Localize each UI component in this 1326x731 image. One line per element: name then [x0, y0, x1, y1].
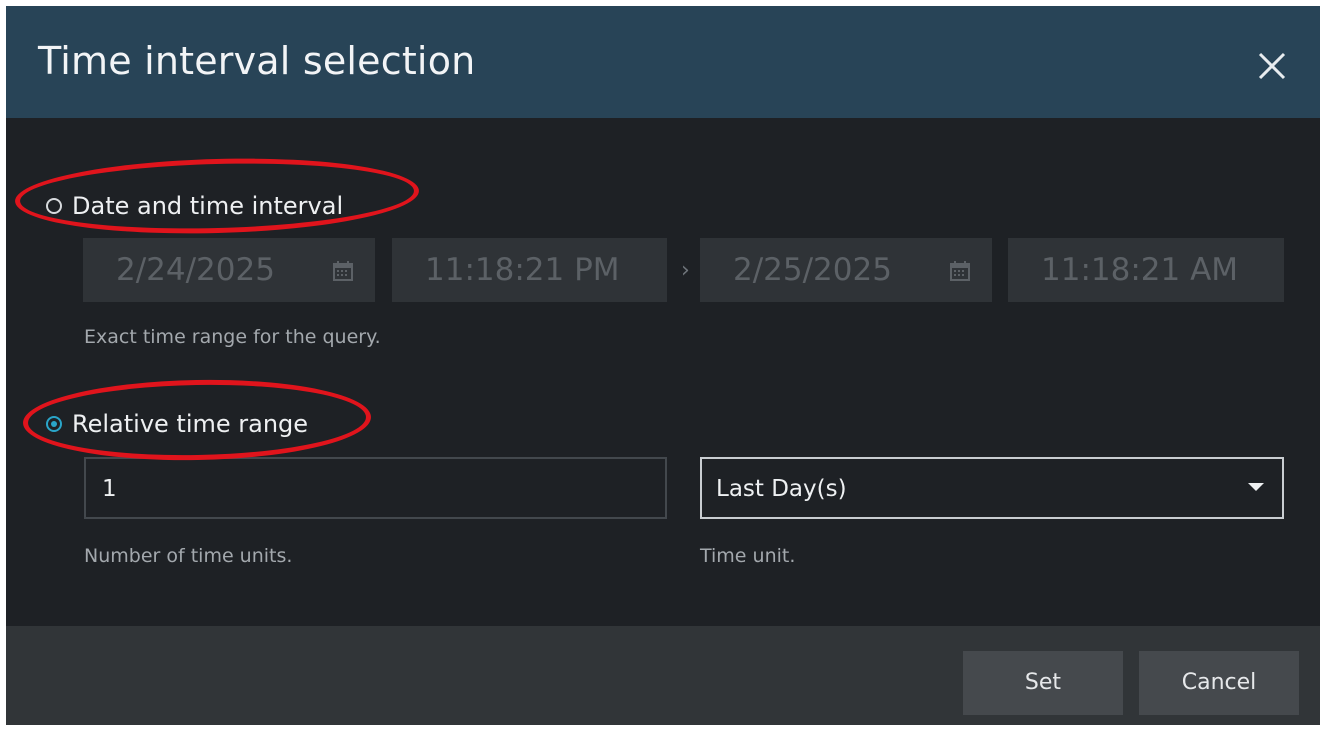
chevron-down-icon[interactable] — [1248, 483, 1264, 491]
time-unit-select[interactable]: Last Day(s) — [700, 457, 1284, 519]
end-time-value: 11:18:21 AM — [1041, 252, 1239, 288]
relative-time-range-label: Relative time range — [72, 410, 309, 438]
date-time-hint: Exact time range for the query. — [84, 326, 381, 348]
end-time-field[interactable]: 11:18:21 AM — [1008, 238, 1284, 302]
time-interval-dialog: Time interval selection Date and time in… — [6, 6, 1320, 725]
end-date-value: 2/25/2025 — [733, 252, 892, 288]
dialog-titlebar: Time interval selection — [6, 6, 1320, 118]
dialog-body: Date and time interval 2/24/2025 11:18:2… — [6, 118, 1320, 626]
dialog-footer: Set Cancel — [6, 626, 1320, 725]
time-units-count-hint: Number of time units. — [84, 545, 293, 567]
range-separator: › — [681, 258, 690, 283]
start-time-field[interactable]: 11:18:21 PM — [392, 238, 667, 302]
cancel-button[interactable]: Cancel — [1139, 651, 1299, 715]
end-date-field[interactable]: 2/25/2025 — [700, 238, 992, 302]
relative-time-range-option[interactable]: Relative time range — [46, 409, 308, 439]
start-time-value: 11:18:21 PM — [425, 252, 620, 288]
close-icon[interactable] — [1252, 46, 1292, 86]
calendar-icon[interactable] — [949, 260, 971, 282]
time-units-count-value: 1 — [102, 476, 117, 502]
relative-time-range-radio[interactable] — [46, 416, 62, 432]
date-time-interval-option[interactable]: Date and time interval — [46, 191, 343, 221]
start-date-value: 2/24/2025 — [116, 252, 275, 288]
start-date-field[interactable]: 2/24/2025 — [83, 238, 375, 302]
date-time-interval-label: Date and time interval — [72, 192, 344, 220]
time-units-count-input[interactable]: 1 — [84, 457, 667, 519]
set-button[interactable]: Set — [963, 651, 1123, 715]
calendar-icon[interactable] — [332, 260, 354, 282]
time-unit-value: Last Day(s) — [716, 476, 847, 502]
dialog-title: Time interval selection — [38, 39, 476, 83]
time-unit-hint: Time unit. — [700, 545, 796, 567]
date-time-interval-radio[interactable] — [46, 198, 62, 214]
